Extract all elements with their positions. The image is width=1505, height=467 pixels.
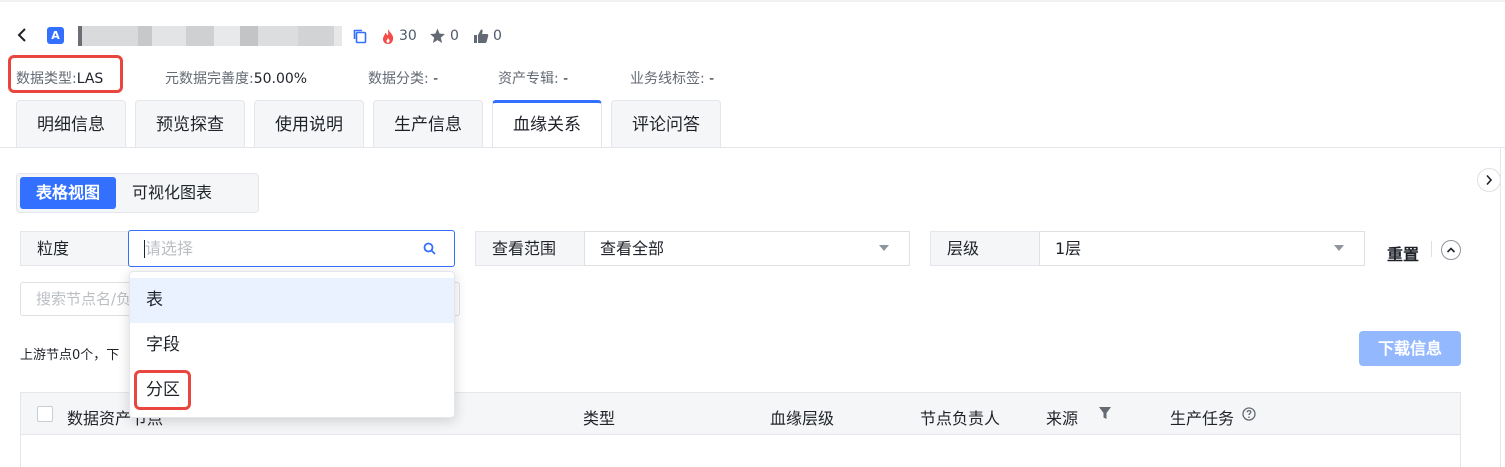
tab-divider xyxy=(0,147,1505,148)
star-icon xyxy=(430,28,445,43)
favorite-value: 0 xyxy=(450,28,459,44)
detail-tabs: 明细信息 预览探查 使用说明 生产信息 血缘关系 评论问答 xyxy=(16,100,721,148)
tab-lineage[interactable]: 血缘关系 xyxy=(492,100,602,148)
copy-icon[interactable] xyxy=(352,28,368,44)
meta-value: 50.00% xyxy=(253,71,308,87)
reset-button[interactable]: 重置 xyxy=(1387,241,1419,265)
scope-value: 查看全部 xyxy=(600,239,665,258)
option-field[interactable]: 字段 xyxy=(130,323,454,368)
select-all-checkbox[interactable] xyxy=(37,406,53,422)
table-view-button[interactable]: 表格视图 xyxy=(20,177,117,209)
collapse-icon[interactable] xyxy=(1441,240,1461,260)
fire-icon xyxy=(383,28,394,44)
asset-logo-icon: A xyxy=(47,27,64,44)
divider xyxy=(1431,241,1432,257)
back-icon[interactable] xyxy=(16,26,34,46)
top-divider xyxy=(0,0,1505,2)
scope-label: 查看范围 xyxy=(475,231,585,266)
tab-preview[interactable]: 预览探查 xyxy=(135,100,245,148)
granularity-select[interactable]: 请选择 xyxy=(128,230,455,267)
meta-category: 数据分类: - xyxy=(368,68,438,88)
node-search-placeholder: 搜索节点名/负 xyxy=(36,290,132,308)
asset-title-redacted xyxy=(70,26,342,46)
side-panel-divider xyxy=(1500,148,1501,467)
tab-comments[interactable]: 评论问答 xyxy=(611,100,721,148)
option-table[interactable]: 表 xyxy=(130,278,454,323)
col-source: 来源 xyxy=(1046,409,1079,428)
caret-down-icon xyxy=(1334,245,1344,251)
filter-icon[interactable] xyxy=(1098,406,1112,420)
meta-value: - xyxy=(433,71,439,87)
col-owner: 节点负责人 xyxy=(920,409,1001,428)
level-label: 层级 xyxy=(930,231,1040,266)
tab-detail[interactable]: 明细信息 xyxy=(16,100,126,148)
hot-count: 30 xyxy=(381,27,417,45)
hot-value: 30 xyxy=(399,28,417,44)
meta-value: - xyxy=(709,71,715,87)
meta-album: 资产专辑: - xyxy=(498,68,568,88)
text-cursor xyxy=(144,240,145,258)
highlight-box xyxy=(8,55,123,93)
like-count[interactable]: 0 xyxy=(473,27,502,45)
download-button[interactable]: 下载信息 xyxy=(1359,331,1461,366)
scope-select[interactable]: 查看全部 xyxy=(584,231,910,266)
col-type: 类型 xyxy=(583,409,616,428)
col-production-task: 生产任务 xyxy=(1170,409,1235,428)
level-value: 1层 xyxy=(1055,239,1082,258)
chart-view-button[interactable]: 可视化图表 xyxy=(116,177,228,209)
meta-label: 业务线标签: xyxy=(630,71,705,87)
node-summary: 上游节点0个，下 xyxy=(20,348,120,363)
meta-value: - xyxy=(563,71,569,87)
granularity-label: 粒度 xyxy=(20,231,130,266)
highlight-box xyxy=(134,370,191,410)
favorite-count[interactable]: 0 xyxy=(429,27,459,45)
meta-label: 元数据完善度: xyxy=(165,71,254,87)
view-toggle: 表格视图 可视化图表 xyxy=(16,173,259,213)
search-icon xyxy=(423,242,436,255)
meta-label: 资产专辑: xyxy=(498,71,559,87)
tab-usage[interactable]: 使用说明 xyxy=(254,100,364,148)
caret-down-icon xyxy=(879,245,889,251)
meta-bizline: 业务线标签: - xyxy=(630,68,714,88)
help-icon[interactable] xyxy=(1242,407,1256,421)
tab-production[interactable]: 生产信息 xyxy=(373,100,483,148)
meta-completeness: 元数据完善度:50.00% xyxy=(165,68,307,88)
col-lineage-level: 血缘层级 xyxy=(770,409,835,428)
like-value: 0 xyxy=(493,28,502,44)
meta-label: 数据分类: xyxy=(368,71,429,87)
thumbs-up-icon xyxy=(474,29,489,43)
chevron-right-icon[interactable] xyxy=(1477,168,1501,192)
granularity-placeholder: 请选择 xyxy=(145,239,194,258)
level-select[interactable]: 1层 xyxy=(1039,231,1365,266)
